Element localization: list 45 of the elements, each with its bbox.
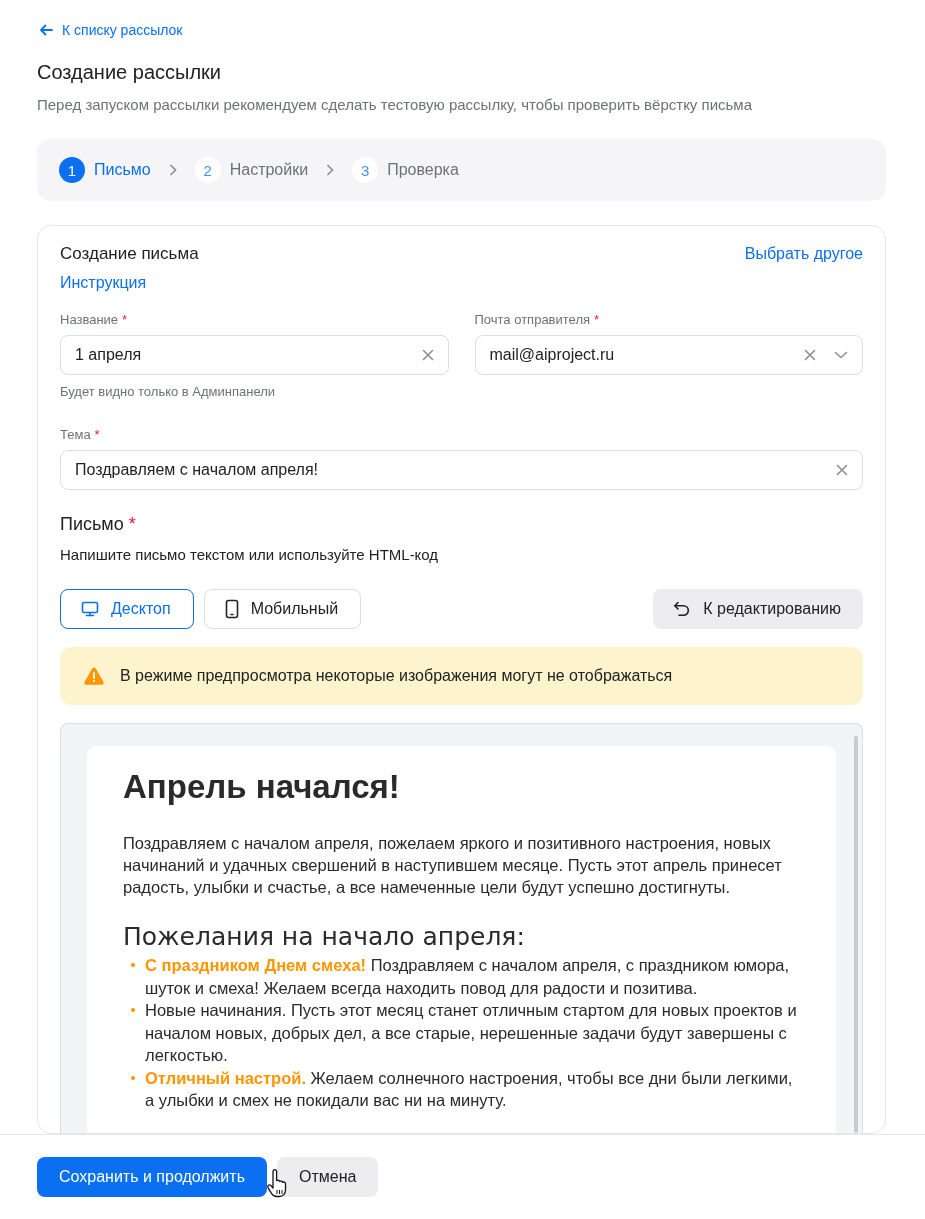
field-label: Тема * [60, 427, 101, 442]
bullet-icon [131, 1075, 135, 1080]
list-item-text: Отличный настрой. Желаем солнечного настроения, чтобы все дни были легкими, а улыбки и смех не покидали вас ни на минуту. [145, 1067, 794, 1111]
back-to-edit-button[interactable]: К редактированию [653, 589, 863, 629]
section-title: Письмо * [60, 514, 137, 535]
list-item-text: С праздником Днем смеха! Поздравляем с началом апреля, с праздником юмора, шуток и смеха! Желаем всегда находить повод для радости и позитива. [145, 955, 791, 999]
back-link[interactable]: К списку рассылок [39, 22, 183, 38]
chevron-right-icon [168, 164, 177, 176]
field-label: Название * [60, 312, 129, 327]
field-hint: Будет видно только в Админпанели [60, 384, 277, 399]
section-description: Напишите письмо текстом или используйте HTML-код [60, 546, 440, 563]
desktop-view-button[interactable]: Десктоп [60, 589, 194, 629]
clear-icon[interactable] [804, 349, 816, 361]
page-title: Создание рассылки [37, 61, 222, 84]
undo-icon [673, 601, 692, 617]
clear-icon[interactable] [421, 349, 434, 361]
email-heading: Апрель начался! [123, 768, 401, 806]
page-subtitle: Перед запуском рассылки рекомендуем сделать тестовую рассылку, чтобы проверить вёрстку письма [37, 96, 753, 113]
step-tab[interactable]: 3 Проверка [352, 157, 459, 183]
list-item-text: Новые начинания. Пусть этот месяц станет отличным стартом для новых проектов и началом новых, добрых дел, а все старые, нерешенные задачи будут завершены с легкостью. [145, 1000, 798, 1066]
chevron-down-icon[interactable] [834, 351, 848, 359]
mobile-view-button[interactable]: Мобильный [203, 589, 362, 629]
monitor-icon [81, 600, 99, 618]
instruction-link[interactable]: Инструкция [60, 274, 147, 292]
bullet-icon [131, 1008, 135, 1012]
bullet-icon [131, 963, 135, 967]
email-subheading: Пожелания на начало апреля: [123, 922, 526, 951]
input-field[interactable]: mail@aiproject.ru [474, 335, 863, 375]
cancel-button[interactable]: Отмена [276, 1157, 379, 1197]
save-continue-button[interactable]: Сохранить и продолжить [37, 1157, 267, 1197]
arrow-left-icon [39, 24, 53, 36]
step-tab[interactable]: 1 Письмо [59, 157, 151, 183]
choose-other-link[interactable]: Выбрать другое [744, 245, 863, 263]
card-title: Создание письма [60, 244, 199, 264]
input-field[interactable]: Поздравляем с началом апреля! [60, 450, 863, 490]
clear-icon[interactable] [836, 464, 848, 476]
warning-text: В режиме предпросмотра некоторые изображения могут не отображаться [120, 667, 673, 685]
email-paragraph: Поздравляем с началом апреля, пожелаем яркого и позитивного настроения, новых начинаний и удачных свершений в наступившем месяце. Пусть этот апрель принесет радость, улыбки и счастье, а все намеченные цели будут успешно достигнуты. [123, 833, 783, 898]
phone-icon [224, 599, 239, 619]
scrollbar[interactable] [854, 736, 858, 1133]
step-tab[interactable]: 2 Настройки [194, 157, 309, 183]
warning-icon [84, 667, 104, 685]
chevron-right-icon [326, 164, 335, 176]
field-label: Почта отправителя * [474, 312, 601, 327]
input-field[interactable]: 1 апреля [60, 335, 449, 375]
